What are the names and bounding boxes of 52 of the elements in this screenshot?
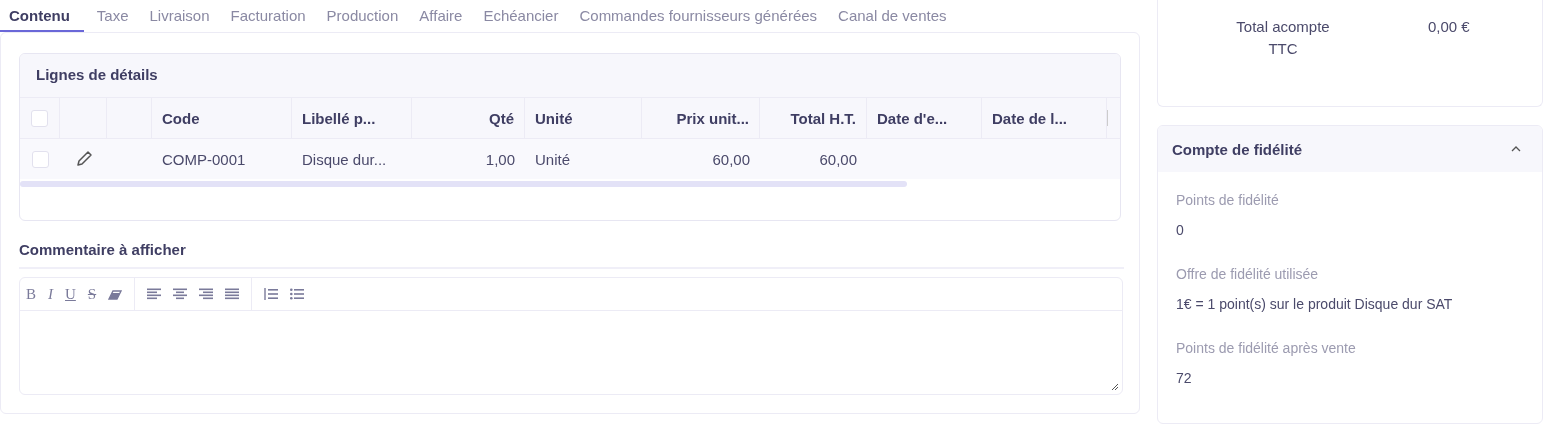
total-label: Total acompte TTC <box>1235 17 1331 59</box>
card-title: Compte de fidélité <box>1172 140 1302 158</box>
pencil-icon[interactable] <box>74 150 93 168</box>
tab[interactable]: Canal de ventes <box>830 0 955 32</box>
column-header[interactable]: Date de l... <box>992 109 1068 127</box>
column-header[interactable]: Date d'e... <box>877 109 948 127</box>
column-header[interactable]: Libellé p... <box>302 109 376 127</box>
table-cell: 60,00 <box>819 150 857 168</box>
tab[interactable]: Livraison <box>141 0 218 32</box>
comment-editor[interactable]: B I U S <box>19 277 1123 395</box>
align-left-icon[interactable] <box>147 288 162 300</box>
numbered-list-icon[interactable] <box>264 288 279 300</box>
chevron-icon[interactable] <box>1510 145 1522 153</box>
column-header[interactable]: Total H.T. <box>790 109 856 127</box>
field-value: 72 <box>1176 369 1193 388</box>
table-cell: Disque dur... <box>302 150 387 168</box>
underline-button[interactable]: U <box>65 285 76 303</box>
bold-button[interactable]: B <box>26 285 36 303</box>
column-header[interactable]: Prix unit... <box>676 109 749 127</box>
table-cell: COMP-0001 <box>162 150 246 168</box>
tab[interactable]: Affaire <box>411 0 471 32</box>
tab[interactable]: Facturation <box>222 0 314 32</box>
scrollbar[interactable] <box>20 181 907 187</box>
italic-button[interactable]: I <box>48 285 53 303</box>
column-header[interactable]: Qté <box>489 109 514 127</box>
field-label: Offre de fidélité utilisée <box>1176 266 1320 284</box>
align-right-icon[interactable] <box>199 288 214 300</box>
field-value: 1€ = 1 point(s) sur le produit Disque dur SAT <box>1176 295 1454 314</box>
checkbox[interactable] <box>31 109 48 127</box>
strike-button[interactable]: S <box>87 285 97 303</box>
field-label: Points de fidélité après vente <box>1176 340 1357 358</box>
field-label: Points de fidélité <box>1176 192 1280 210</box>
column-header[interactable]: Code <box>162 109 200 127</box>
total-value: 0,00 € <box>1428 17 1470 37</box>
tab[interactable]: Contenu <box>0 0 84 32</box>
tab[interactable]: Commandes fournisseurs générées <box>571 0 826 32</box>
table-cell: 60,00 <box>712 150 750 168</box>
align-center-icon[interactable] <box>173 288 188 300</box>
section-title: Lignes de détails <box>20 54 1120 97</box>
checkbox[interactable] <box>31 150 49 168</box>
column-header[interactable]: Unité <box>535 109 573 127</box>
bullet-list-icon[interactable] <box>290 288 305 300</box>
resize-handle-icon[interactable] <box>1111 383 1119 391</box>
eraser-icon[interactable] <box>108 288 123 300</box>
justify-icon[interactable] <box>225 288 240 300</box>
table-cell: 1,00 <box>485 150 515 168</box>
table-cell: Unité <box>535 150 571 168</box>
tab[interactable]: Echéancier <box>475 0 567 32</box>
section-title: Commentaire à afficher <box>19 241 1124 269</box>
tab[interactable]: Taxe <box>88 0 137 32</box>
tab[interactable]: Production <box>318 0 407 32</box>
field-value: 0 <box>1176 221 1185 240</box>
